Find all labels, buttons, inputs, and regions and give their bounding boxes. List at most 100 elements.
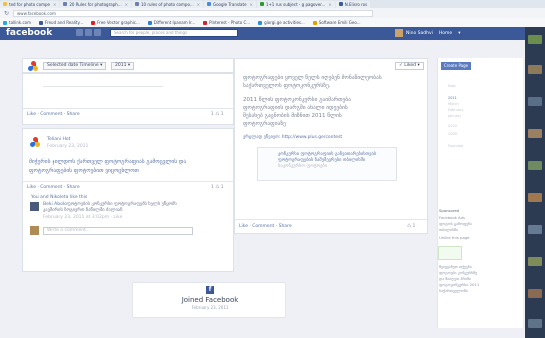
browser-tab[interactable]: 1+1 rus subject - g pagover... × — [256, 0, 335, 8]
ad-text: ფოტოს გამოფენა — [439, 221, 472, 226]
create-page-button[interactable]: Create Page — [441, 62, 471, 70]
year-nav-item[interactable]: 2009 — [448, 132, 457, 136]
likes-summary[interactable]: You and Nikoleta like this — [31, 195, 87, 200]
search-input[interactable]: Search for people, places and things — [110, 29, 238, 37]
thumbnail — [528, 319, 542, 328]
home-link[interactable]: Home — [439, 31, 452, 36]
comment-meta[interactable]: February 23, 2011 at 3:02pm · Like — [43, 215, 122, 220]
screen: ted for photo compe × 20 Rules for photog… — [0, 0, 545, 338]
close-icon[interactable]: × — [197, 2, 200, 7]
thumbnail — [528, 289, 542, 298]
tab-favicon — [259, 2, 264, 6]
post-actions[interactable]: Like · Comment · Share — [27, 185, 80, 190]
thumbnail — [528, 129, 542, 138]
year-nav-item[interactable]: February — [448, 108, 464, 112]
messages-icon[interactable] — [85, 29, 92, 36]
year-nav-item[interactable]: 2011 — [448, 96, 457, 100]
browser-tab[interactable]: N.Elisro ros — [335, 0, 371, 8]
close-icon[interactable]: × — [250, 2, 253, 7]
settings-icon[interactable]: ▾ — [458, 31, 460, 36]
post-text: ფოტოგრაფები ყოველ წელს იღებენ მონაწილეობ… — [243, 75, 382, 81]
thumbnail — [528, 225, 542, 234]
user-nav: Nino Sadhvi Home ▾ — [395, 29, 466, 37]
browser-tab[interactable]: ted for photo compe × — [0, 0, 60, 8]
bookmark-item[interactable]: Freud and Reality... — [39, 20, 83, 25]
ad-text: და მიიღეთ პრიზი — [439, 276, 472, 281]
bookmark-item[interactable]: Software Emili Geo... — [312, 20, 361, 25]
year-nav-item[interactable]: Now — [448, 84, 456, 88]
bookmark-item[interactable]: giorgi.ge activities... — [258, 20, 305, 25]
close-icon[interactable]: × — [328, 2, 331, 7]
link-title[interactable]: ფოტოგრაფების ნამუშევრები თბილისში — [278, 158, 365, 163]
thumbnail — [528, 97, 542, 106]
close-icon[interactable]: × — [53, 2, 56, 7]
bookmark-item[interactable]: Different Ipanam Ir... — [147, 20, 196, 25]
bookmark-icon — [39, 20, 44, 25]
bookmark-label: tallink.com — [9, 20, 32, 25]
liked-button[interactable]: ✓ Liked ▾ — [395, 62, 424, 70]
comment-author[interactable]: Beki Abolo — [43, 202, 67, 207]
browser-tab[interactable]: Google Translate × — [204, 0, 256, 8]
tab-favicon — [338, 2, 343, 6]
tab-label: 10 rules of photo compo... — [140, 1, 194, 7]
url-input[interactable]: www.facebook.com — [13, 9, 374, 17]
thumbnail — [528, 257, 542, 266]
post-card: ✓ Liked ▾ ფოტოგრაფები ყოველ წელს იღებენ … — [234, 58, 429, 234]
unlike-link[interactable]: Unlike this page — [439, 235, 470, 240]
post-date[interactable]: February 23, 2011 — [47, 144, 88, 149]
timeline-header: Selected date Timeline ▾ 2011 ▾ — [22, 58, 234, 73]
facebook-logo[interactable]: facebook — [6, 28, 52, 38]
tab-label: N.Elisro ros — [344, 1, 368, 7]
year-select[interactable]: 2011 ▾ — [111, 62, 135, 70]
ad-title[interactable]: Facebook Ads — [439, 215, 465, 220]
comment-text: კავშირის ზოგიერთ ნაწილში ძალიან — [43, 208, 123, 213]
bookmark-item[interactable]: tallink.com — [3, 20, 31, 25]
comment-input[interactable]: Write a comment... — [43, 227, 193, 235]
like-count: 1 ♺ 1 — [211, 112, 224, 117]
sponsored-title: Sponsored — [439, 208, 460, 213]
avatar[interactable] — [30, 202, 39, 211]
post-text: საქართველოს ფოტოკონკურსზე. — [243, 83, 331, 89]
facebook-top-bar: facebook Search for people, places and t… — [0, 27, 545, 40]
browser-tab[interactable]: 20 Rules for photograph... × — [60, 0, 131, 8]
browser-tab[interactable]: 10 rules of photo compo... × — [131, 0, 203, 8]
bookmark-item[interactable]: Free Vector graphic... — [91, 20, 140, 25]
post-actions[interactable]: Like · Comment · Share — [27, 112, 80, 117]
post-actions[interactable]: Like · Comment · Share — [239, 224, 292, 229]
tab-favicon — [134, 2, 139, 6]
reload-icon[interactable]: ↻ — [4, 10, 9, 17]
close-icon[interactable]: × — [125, 2, 128, 7]
bookmark-label: Different Ipanam Ir... — [153, 20, 196, 25]
post-text: ფოტოგრაფების ფოტოებით ვიცოცხლოთ — [29, 168, 139, 174]
post-text: ფოტოგრაფიის დარგში ახალი იდეების — [243, 105, 348, 111]
bookmark-item[interactable]: Pinterest - Photo C... — [203, 20, 250, 25]
joined-facebook-card: f Joined Facebook February 23, 2011 — [132, 282, 286, 318]
bookmark-label: Software Emili Geo... — [318, 20, 361, 25]
avatar[interactable] — [395, 29, 403, 37]
post-card: Teliani Hot February 23, 2011 მიჭერის ჯი… — [22, 128, 235, 272]
post-link[interactable]: ვრცლად ეწვიეთ: http://www.plus.ge/contes… — [243, 135, 342, 140]
like-count: 1 ♺ 1 — [211, 185, 224, 190]
address-bar: ↻ www.facebook.com — [0, 8, 545, 18]
like-count: ♺ 1 — [407, 224, 416, 229]
year-nav-item[interactable]: Founded — [448, 144, 463, 148]
post-text: 2011 წლის ფოტოკონკურსი გაიმართება — [243, 97, 351, 103]
profile-link[interactable]: Nino Sadhvi — [406, 31, 433, 36]
thumbnail — [528, 161, 542, 170]
year-nav-item[interactable]: 2010 — [448, 124, 457, 128]
year-nav-item[interactable]: March — [448, 102, 459, 106]
timeline-select[interactable]: Selected date Timeline ▾ — [43, 62, 107, 70]
year-nav-item[interactable]: January — [448, 114, 461, 118]
divider — [23, 181, 235, 182]
link-preview[interactable]: კონკურსი ფოტოგრაფიის განვითარებისთვის ფო… — [257, 147, 397, 181]
bookmark-label: Free Vector graphic... — [97, 20, 140, 25]
page-logo-icon — [30, 137, 41, 148]
ad-text: ფოტოკონკურსი 2011 — [439, 282, 480, 287]
bookmark-label: giorgi.ge activities... — [264, 20, 305, 25]
post-text: შესახებ გაცნობის მიზნით 2011 წლის — [243, 113, 342, 119]
post-author[interactable]: Teliani Hot — [47, 137, 70, 142]
notifications-icon[interactable] — [94, 29, 101, 36]
ad-image[interactable] — [438, 246, 462, 260]
link-title[interactable]: კონკურსი ფოტოგრაფიის განვითარებისთვის — [278, 152, 376, 157]
friend-requests-icon[interactable] — [76, 29, 83, 36]
